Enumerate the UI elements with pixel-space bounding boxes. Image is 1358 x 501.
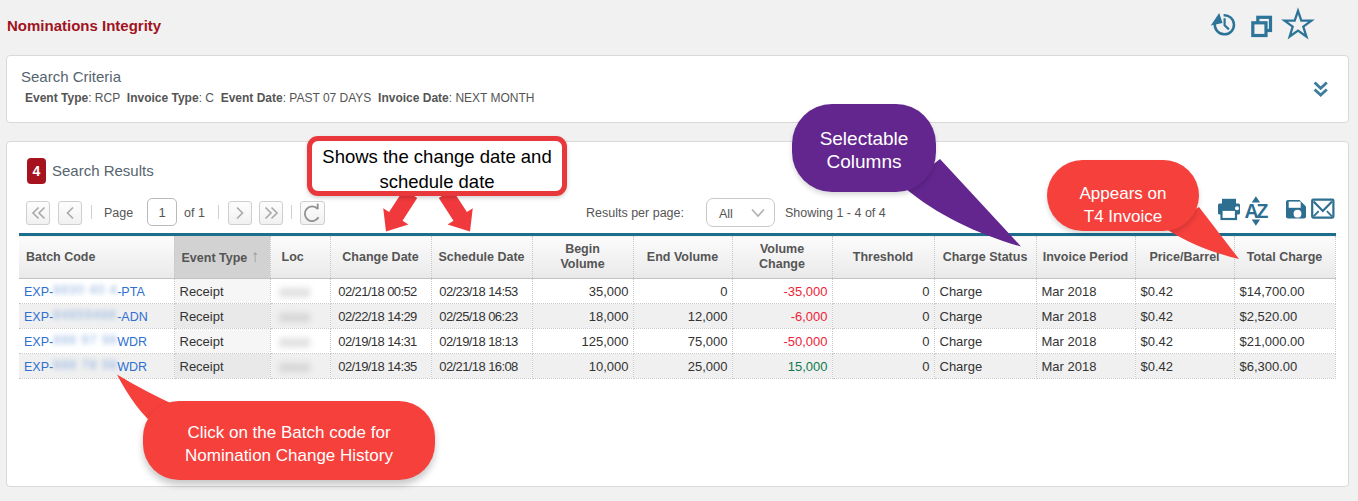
svg-text:Z: Z <box>1257 200 1269 222</box>
